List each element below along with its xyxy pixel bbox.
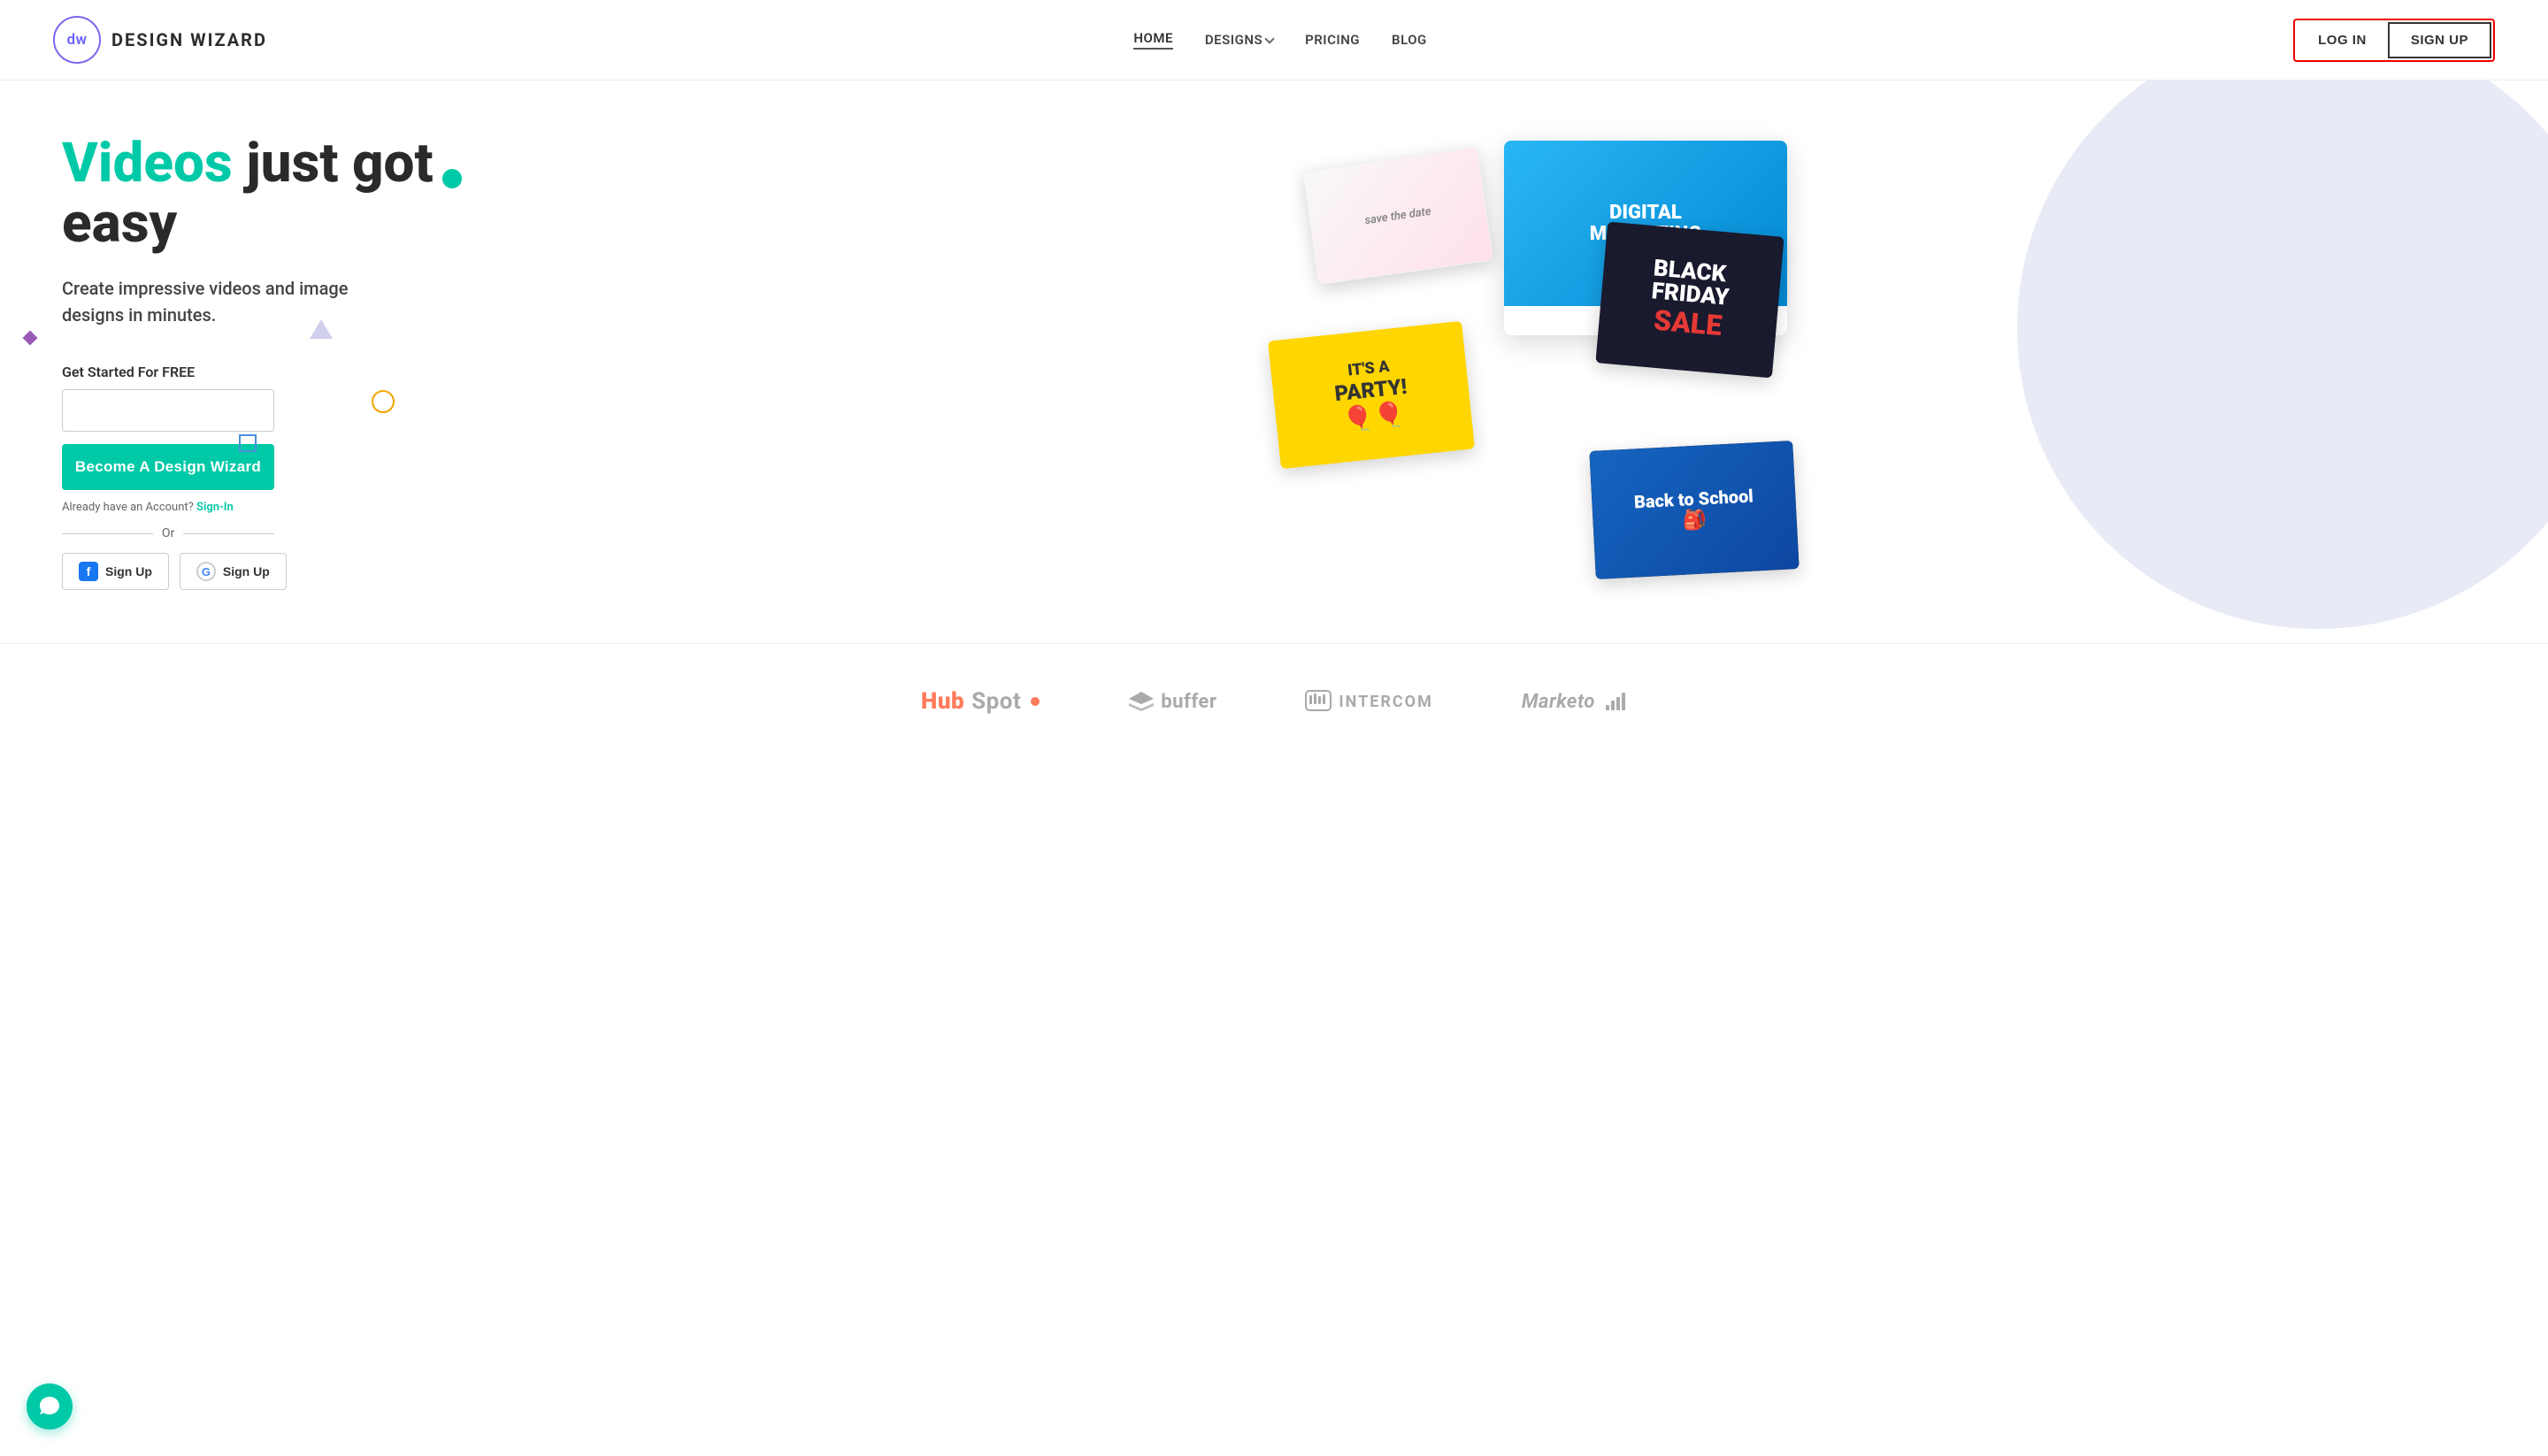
partner-buffer: buffer — [1129, 691, 1216, 713]
auth-buttons: LOG IN SIGN UP — [2293, 19, 2495, 62]
divider-text: Or — [162, 526, 174, 540]
email-input[interactable] — [62, 389, 274, 432]
facebook-signup-button[interactable]: f Sign Up — [62, 553, 169, 590]
divider-line-right — [183, 533, 274, 534]
signin-link[interactable]: Sign-In — [196, 501, 234, 514]
nav-designs[interactable]: DESIGNS — [1205, 32, 1273, 48]
hero-section: Videos just got easy Create impressive v… — [0, 80, 2548, 643]
main-nav: HOME DESIGNS PRICING BLOG — [1133, 30, 1426, 50]
nav-pricing[interactable]: PRICING — [1305, 32, 1360, 48]
hubspot-dot-icon — [1030, 696, 1040, 707]
partner-hubspot: HubSpot — [921, 688, 1040, 715]
black-friday-card: BLACK FRIDAY SALE — [1595, 222, 1784, 379]
save-date-card: save the date — [1302, 147, 1493, 286]
chat-icon — [38, 1395, 61, 1418]
back-to-school-card: Back to School 🎒 — [1589, 441, 1799, 579]
marketo-chart-icon — [1606, 693, 1627, 710]
logo-text: DESIGN WIZARD — [111, 29, 267, 50]
divider-or: Or — [62, 526, 274, 540]
hero-title-videos: Videos — [62, 131, 233, 195]
hero-title: Videos just got easy — [62, 134, 460, 254]
become-wizard-button[interactable]: Become A Design Wizard — [62, 444, 274, 490]
header: dw DESIGN WIZARD HOME DESIGNS PRICING BL… — [0, 0, 2548, 80]
google-icon: G — [196, 562, 216, 581]
login-button[interactable]: LOG IN — [2297, 24, 2388, 57]
buffer-icon — [1129, 692, 1154, 711]
hero-bg-circle — [2017, 80, 2548, 629]
hero-right: DIGITAL MARKETING save the date IT'S A P… — [513, 80, 2548, 643]
circle-outline-shape — [372, 390, 395, 413]
nav-blog[interactable]: BLOG — [1392, 32, 1427, 48]
nav-home[interactable]: HOME — [1133, 30, 1173, 50]
google-signup-button[interactable]: G Sign Up — [180, 553, 287, 590]
chat-bubble[interactable] — [27, 1383, 73, 1429]
intercom-icon — [1305, 690, 1332, 713]
get-started-label: Get Started For FREE — [62, 364, 460, 380]
partner-marketo: Marketo — [1522, 691, 1627, 713]
partner-intercom: INTERCOM — [1305, 690, 1432, 713]
signin-note: Already have an Account? Sign-In — [62, 501, 460, 514]
social-buttons: f Sign Up G Sign Up — [62, 553, 460, 590]
divider-line-left — [62, 533, 153, 534]
bts-emoji: 🎒 — [1682, 509, 1708, 532]
party-balloons: 🎈🎈 — [1341, 399, 1406, 434]
facebook-icon: f — [79, 562, 98, 581]
logo-initials: dw — [66, 31, 87, 49]
logo[interactable]: dw DESIGN WIZARD — [53, 16, 267, 64]
chevron-down-icon — [1264, 34, 1274, 43]
party-card: IT'S A PARTY! 🎈🎈 — [1268, 321, 1475, 469]
hero-left: Videos just got easy Create impressive v… — [0, 80, 513, 643]
hero-subtitle: Create impressive videos and image desig… — [62, 275, 398, 328]
partners-section: HubSpot buffer INTERCOM Marketo — [0, 643, 2548, 759]
logo-circle: dw — [53, 16, 101, 64]
signup-button[interactable]: SIGN UP — [2388, 22, 2491, 58]
design-cards: DIGITAL MARKETING save the date IT'S A P… — [1256, 123, 1805, 601]
